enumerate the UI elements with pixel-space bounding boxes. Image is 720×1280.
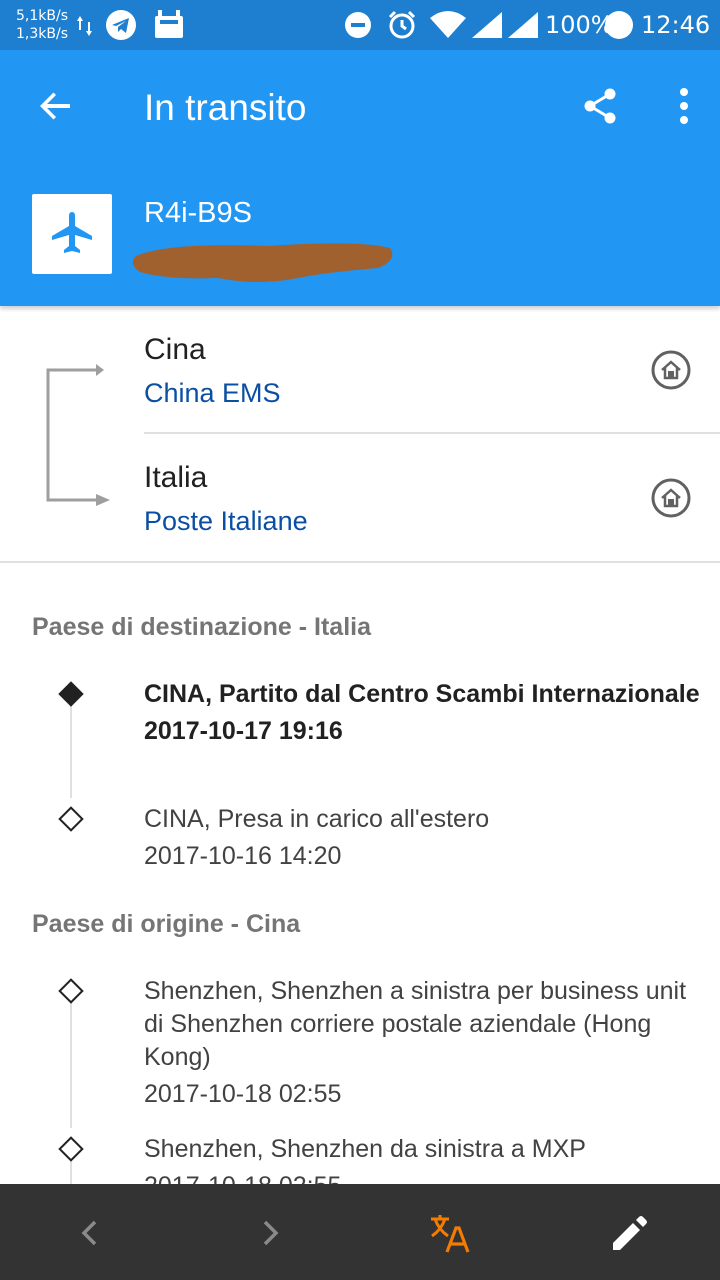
origin-country: Cina [144,333,206,366]
route-bracket-icon [46,364,110,506]
event-date: 2017-10-18 02:55 [144,1080,342,1108]
network-download-speed: 5,1kB/s [16,8,68,24]
do-not-disturb-icon [345,12,371,38]
destination-section-header: Paese di destinazione - Italia [32,613,372,641]
edit-pencil-icon[interactable] [608,1212,650,1254]
network-upload-speed: 1,3kB/s [16,26,68,42]
app-bar: In transito R4i-B9S [0,50,720,306]
origin-section-header: Paese di origine - Cina [32,910,301,938]
timeline-event: CINA, Partito dal Centro Scambi Internaz… [144,678,704,748]
route-section: Cina China EMS Italia Poste Italiane [0,306,720,563]
event-description: Shenzhen, Shenzhen da sinistra a MXP [144,1135,586,1163]
tracking-code: R4i-B9S [144,197,252,229]
event-description: CINA, Presa in carico all'estero [144,805,490,833]
origin-carrier-link[interactable]: China EMS [144,377,281,409]
back-arrow-icon[interactable] [36,86,76,126]
timeline-event: CINA, Presa in carico all'estero 2017-10… [144,803,704,873]
status-bar: 5,1kB/s 1,3kB/s 100% 12:46 [0,0,720,50]
telegram-icon [106,10,136,40]
timeline-marker [58,1136,84,1162]
chevron-left-icon[interactable] [69,1212,111,1254]
home-icon[interactable] [650,349,692,391]
timeline-connector [70,1000,72,1128]
signal-2-icon [508,12,538,38]
store-icon [155,10,183,38]
route-origin: Cina China EMS [144,306,720,434]
timeline-marker-current [58,681,84,707]
signal-1-icon [472,12,502,38]
home-icon[interactable] [650,477,692,519]
timeline-event: Shenzhen, Shenzhen a sinistra per busine… [144,975,704,1111]
route-destination: Italia Poste Italiane [144,434,720,562]
timeline-marker [58,978,84,1004]
clock: 12:46 [641,11,711,39]
alarm-icon [388,10,416,39]
bottom-toolbar [0,1184,720,1280]
data-transfer-icon [77,16,92,36]
airplane-avatar [32,194,112,274]
page-title: In transito [144,87,307,128]
share-icon[interactable] [580,86,620,126]
chevron-right-icon[interactable] [249,1212,291,1254]
more-vert-icon[interactable] [664,86,704,126]
battery-icon [605,11,633,39]
translate-icon[interactable] [428,1212,470,1254]
event-date: 2017-10-17 19:16 [144,717,343,745]
timeline-connector [70,702,72,798]
event-description: CINA, Partito dal Centro Scambi Internaz… [144,680,700,708]
event-date: 2017-10-16 14:20 [144,842,342,870]
timeline-marker [58,806,84,832]
destination-carrier-link[interactable]: Poste Italiane [144,505,308,537]
event-description: Shenzhen, Shenzhen a sinistra per busine… [144,977,687,1071]
destination-country: Italia [144,461,208,494]
airplane-icon [52,212,92,253]
redaction-mark [132,243,393,282]
network-speed: 5,1kB/s 1,3kB/s [16,7,68,43]
wifi-icon [430,11,466,38]
